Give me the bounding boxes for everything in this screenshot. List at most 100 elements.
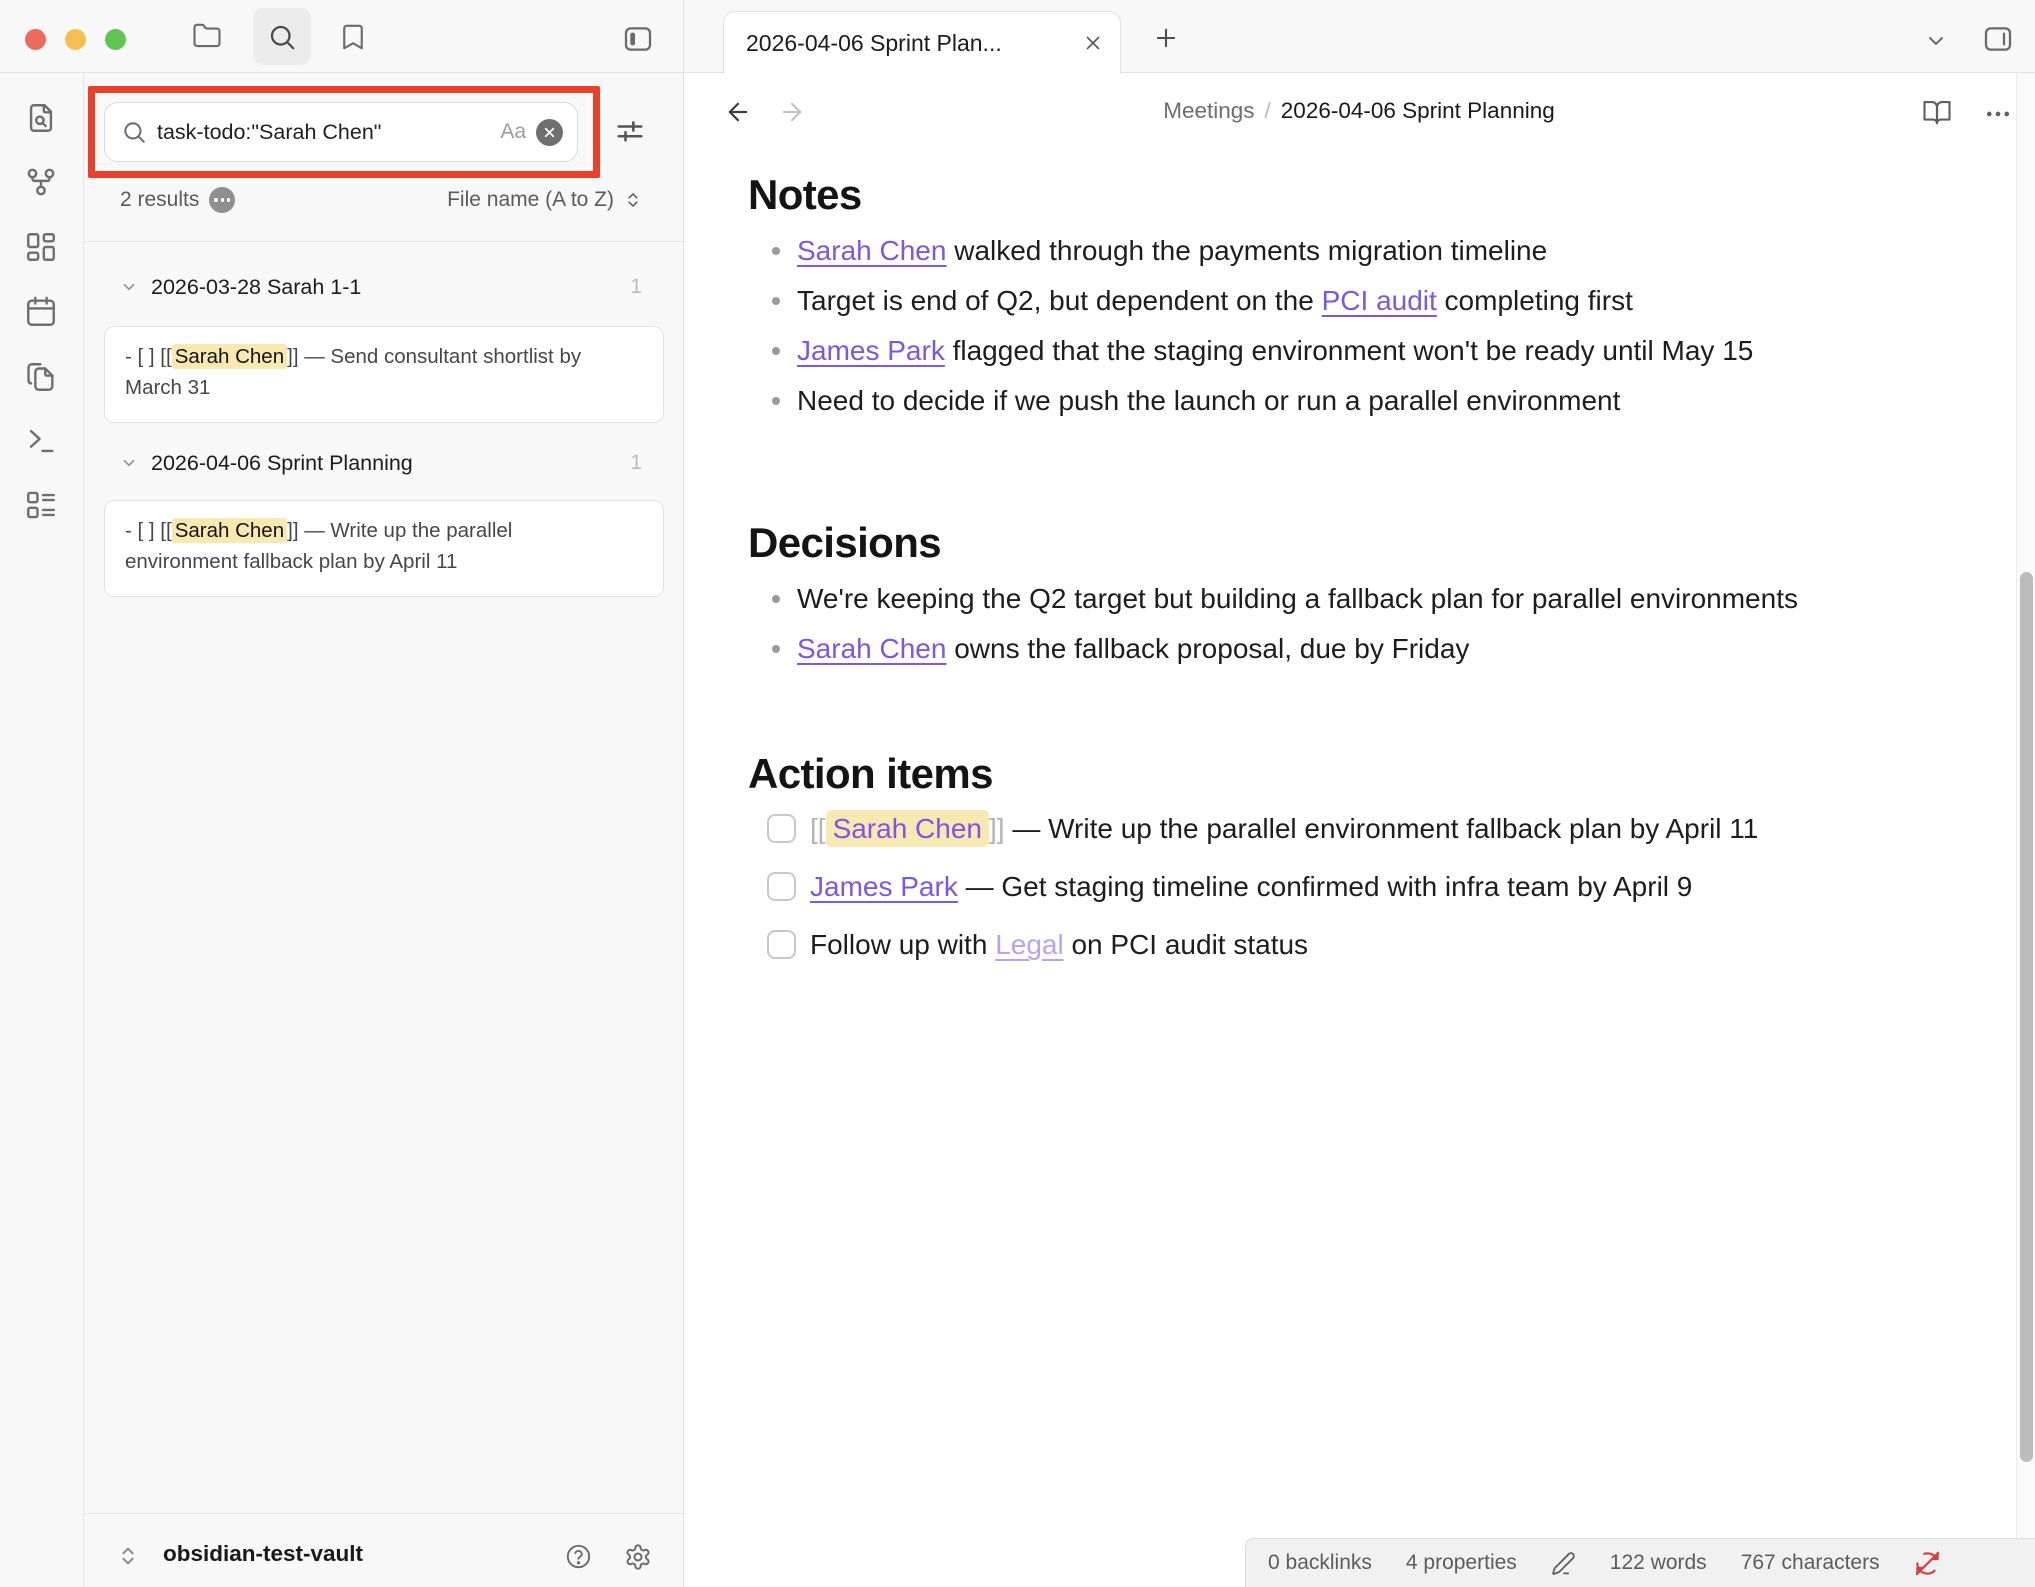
edit-mode-pencil-icon[interactable] — [1551, 1551, 1576, 1576]
more-options-ellipsis-icon[interactable] — [1984, 100, 2012, 128]
sort-order-button[interactable]: File name (A to Z) — [447, 188, 642, 212]
calendar-icon[interactable] — [24, 295, 58, 329]
bracket-segment: ]] — [989, 813, 1005, 844]
results-count: 2 results — [120, 188, 199, 212]
sync-off-icon[interactable] — [1914, 1550, 1941, 1577]
task-checkbox[interactable] — [767, 872, 796, 901]
note-bullet: Target is end of Q2, but dependent on th… — [748, 278, 1938, 323]
search-result-item[interactable]: - [ ] [[Sarah Chen]] — Send consultant s… — [104, 326, 664, 423]
search-query-text[interactable]: task-todo:"Sarah Chen" — [157, 120, 490, 145]
task-text: James Park — Get staging timeline confir… — [810, 871, 1692, 902]
vault-switcher-chevrons-icon[interactable] — [117, 1545, 139, 1567]
text-segment: Target is end of Q2, but dependent on th… — [797, 285, 1322, 316]
breadcrumb: Meetings/2026-04-06 Sprint Planning — [683, 98, 2035, 124]
breadcrumb-current[interactable]: 2026-04-06 Sprint Planning — [1281, 98, 1555, 123]
layout-list-icon[interactable] — [24, 488, 58, 522]
clear-search-button[interactable] — [536, 119, 563, 146]
action-items-list: [[Sarah Chen]] — Write up the parallel e… — [748, 803, 1938, 971]
hllink-segment[interactable]: Sarah Chen — [826, 810, 989, 847]
terminal-icon[interactable] — [24, 424, 58, 458]
tab-close-icon[interactable] — [1082, 32, 1104, 54]
file-search-icon[interactable] — [24, 101, 58, 135]
note-bullet: Sarah Chen walked through the payments m… — [748, 228, 1938, 273]
results-info-ellipsis-icon[interactable] — [209, 187, 235, 213]
match-case-toggle[interactable]: Aa — [500, 120, 526, 144]
link-segment[interactable]: James Park — [797, 335, 945, 366]
panel-right-toggle-icon[interactable] — [1982, 23, 2014, 55]
notes-list: Sarah Chen walked through the payments m… — [748, 228, 1938, 423]
search-header-divider — [84, 241, 683, 242]
help-icon[interactable] — [565, 1543, 592, 1570]
sort-order-label: File name (A to Z) — [447, 188, 614, 212]
link-segment[interactable]: Sarah Chen — [797, 633, 946, 664]
text-segment: completing first — [1437, 285, 1633, 316]
traffic-zoom-button[interactable] — [105, 29, 126, 50]
bookmark-icon[interactable] — [338, 22, 368, 52]
bracket-segment: [[ — [810, 813, 826, 844]
note-bullet: Need to decide if we push the launch or … — [748, 378, 1938, 423]
copy-files-icon[interactable] — [24, 360, 58, 394]
note-bullet: James Park flagged that the staging envi… — [748, 328, 1938, 373]
chevron-down-icon — [120, 278, 138, 296]
breadcrumb-parent[interactable]: Meetings — [1163, 98, 1254, 123]
link-segment[interactable]: PCI audit — [1322, 285, 1437, 316]
backlinks-count[interactable]: 0 backlinks — [1268, 1551, 1372, 1575]
note-bullet: Sarah Chen owns the fallback proposal, d… — [748, 626, 1938, 671]
hl-segment: Sarah Chen — [172, 518, 287, 543]
status-bar: 0 backlinks 4 properties 122 words 767 c… — [1245, 1538, 2035, 1587]
task-text: [[Sarah Chen]] — Write up the parallel e… — [810, 810, 1758, 847]
obsidian-window: 2026-04-06 Sprint Plan... task-todo:"Sar… — [0, 0, 2035, 1587]
reading-mode-book-icon[interactable] — [1922, 97, 1952, 127]
task-checkbox[interactable] — [767, 814, 796, 843]
ulink-segment[interactable]: Legal — [995, 929, 1064, 960]
text-segment: Follow up with — [810, 929, 995, 960]
canvas-icon[interactable] — [24, 230, 58, 264]
chevron-down-icon — [120, 454, 138, 472]
settings-gear-icon[interactable] — [624, 1543, 652, 1571]
text-segment: - [ ] [[ — [125, 519, 172, 542]
properties-count[interactable]: 4 properties — [1406, 1551, 1517, 1575]
graph-icon[interactable] — [24, 165, 58, 199]
note-bullet: We're keeping the Q2 target but building… — [748, 576, 1938, 621]
scrollbar-thumb[interactable] — [2020, 572, 2033, 1462]
link-segment[interactable]: Sarah Chen — [797, 235, 946, 266]
new-tab-button[interactable] — [1152, 24, 1180, 52]
folder-icon[interactable] — [192, 21, 222, 51]
traffic-close-button[interactable] — [25, 29, 46, 50]
tab-sprint-planning[interactable]: 2026-04-06 Sprint Plan... — [723, 11, 1121, 74]
text-segment: We're keeping the Q2 target but building… — [797, 583, 1798, 614]
traffic-minimize-button[interactable] — [65, 29, 86, 50]
text-segment: walked through the payments migration ti… — [946, 235, 1547, 266]
result-snippet: - [ ] [[Sarah Chen]] — Write up the para… — [125, 515, 615, 577]
ribbon-divider — [83, 72, 84, 1587]
note-content: Notes Sarah Chen walked through the paym… — [748, 170, 1938, 977]
search-icon[interactable] — [267, 22, 297, 52]
search-input-magnifier-icon — [121, 119, 147, 145]
text-segment: — Get staging timeline confirmed with in… — [958, 871, 1693, 902]
search-input[interactable]: task-todo:"Sarah Chen" Aa — [104, 102, 578, 162]
word-count[interactable]: 122 words — [1610, 1551, 1707, 1575]
search-settings-sliders-icon[interactable] — [612, 113, 648, 149]
panel-left-toggle-icon[interactable] — [622, 23, 654, 55]
character-count[interactable]: 767 characters — [1741, 1551, 1880, 1575]
result-group-title: 2026-04-06 Sprint Planning — [151, 451, 630, 476]
text-segment: owns the fallback proposal, due by Frida… — [946, 633, 1469, 664]
result-group-sprint-planning[interactable]: 2026-04-06 Sprint Planning 1 — [120, 446, 642, 480]
tab-list-chevron-icon[interactable] — [1924, 29, 1948, 53]
search-results-header: 2 results File name (A to Z) — [120, 184, 642, 216]
decisions-list: We're keeping the Q2 target but building… — [748, 576, 1938, 671]
link-segment[interactable]: James Park — [810, 871, 958, 902]
text-segment: Need to decide if we push the launch or … — [797, 385, 1620, 416]
text-segment: — Write up the parallel environment fall… — [1005, 813, 1759, 844]
search-result-item[interactable]: - [ ] [[Sarah Chen]] — Write up the para… — [104, 500, 664, 597]
result-group-sarah-1-1[interactable]: 2026-03-28 Sarah 1-1 1 — [120, 270, 642, 304]
vault-bar-divider — [84, 1513, 683, 1514]
task-item: Follow up with Legal on PCI audit status — [748, 919, 1938, 971]
heading-action-items: Action items — [748, 749, 1938, 799]
sidebar-main-divider[interactable] — [683, 0, 684, 1587]
vault-name[interactable]: obsidian-test-vault — [163, 1541, 363, 1567]
text-segment: flagged that the staging environment won… — [945, 335, 1754, 366]
task-checkbox[interactable] — [767, 930, 796, 959]
chevrons-up-down-icon — [624, 191, 642, 209]
result-group-title: 2026-03-28 Sarah 1-1 — [151, 275, 630, 300]
